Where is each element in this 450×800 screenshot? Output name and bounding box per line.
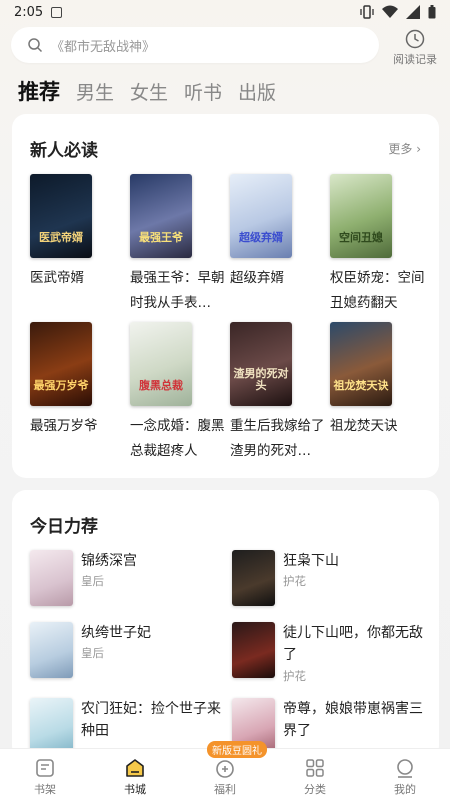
status-bar: 2:05 xyxy=(0,0,450,24)
book-tag: 皇后 xyxy=(81,574,104,588)
nav-label: 分类 xyxy=(304,783,326,796)
bottom-nav: 书架 书城 新版豆圆礼 福利 分类 我的 xyxy=(0,741,450,800)
book-tag: 皇后 xyxy=(81,646,104,660)
book-cover: 医武帝婿 xyxy=(30,174,92,258)
book-cover xyxy=(232,550,275,606)
book-cover: 最强王爷 xyxy=(130,174,192,258)
nav-label: 福利 xyxy=(214,783,236,796)
book-cover: 祖龙焚天诀 xyxy=(330,322,392,406)
nav-label: 书架 xyxy=(34,783,56,796)
recommend-item[interactable]: 纨绔世子妃 皇后 xyxy=(30,622,230,684)
battery-icon xyxy=(428,5,436,19)
book-cover: 超级弃婿 xyxy=(230,174,292,258)
book-title: 狂枭下山 xyxy=(283,553,339,569)
book-tag: 护花 xyxy=(283,574,306,588)
tab-male[interactable]: 男生 xyxy=(76,78,114,105)
book-cover: 腹黑总裁 xyxy=(130,322,192,406)
notification-icon xyxy=(51,6,63,18)
book-title: 超级弃婿 xyxy=(230,270,284,286)
book-title: 徒儿下山吧，你都无敌了 xyxy=(283,625,423,663)
nav-welfare[interactable]: 新版豆圆礼 福利 xyxy=(180,741,270,800)
chevron-right-icon: › xyxy=(416,142,421,156)
search-row: 《都市无敌战神》 阅读记录 xyxy=(11,27,441,67)
cover-text: 祖龙焚天诀 xyxy=(333,379,389,392)
book-item[interactable]: 最强王爷 最强王爷：早朝时我从手表… xyxy=(130,174,225,316)
new-gift-badge: 新版豆圆礼 xyxy=(207,741,267,758)
cover-text: 渣男的死对头 xyxy=(233,367,289,392)
reading-history-label: 阅读记录 xyxy=(393,53,437,66)
book-cover xyxy=(232,622,275,678)
book-item[interactable]: 空间丑媳 权臣娇宠：空间丑媳药翻天 xyxy=(330,174,425,316)
book-title: 一念成婚：腹黑总裁超疼人 xyxy=(130,418,225,459)
profile-icon xyxy=(397,759,413,778)
vibrate-icon xyxy=(360,5,374,19)
clock-icon xyxy=(405,29,425,49)
book-cover: 最强万岁爷 xyxy=(30,322,92,406)
today-recommend-section: 今日力荐 锦绣深宫 皇后 狂枭下山 护花 纨绔世子妃 皇后 徒儿下山吧，你都无敌… xyxy=(12,490,439,760)
section-title: 新人必读 xyxy=(30,141,98,161)
book-tag: 护花 xyxy=(283,669,306,683)
book-cover: 渣男的死对头 xyxy=(230,322,292,406)
book-item[interactable]: 医武帝婿 医武帝婿 xyxy=(30,174,125,291)
cover-text: 最强万岁爷 xyxy=(33,379,89,392)
book-cover: 空间丑媳 xyxy=(330,174,392,258)
new-reader-section: 新人必读 更多 › 医武帝婿 医武帝婿 最强王爷 最强王爷：早朝时我从手表… 超… xyxy=(12,114,439,478)
book-title: 帝尊，娘娘带崽祸害三界了 xyxy=(283,701,423,739)
more-label: 更多 xyxy=(388,142,413,156)
book-cover xyxy=(30,698,73,754)
book-item[interactable]: 最强万岁爷 最强万岁爷 xyxy=(30,322,125,439)
book-title: 权臣娇宠：空间丑媳药翻天 xyxy=(330,270,425,311)
gift-coin-icon xyxy=(216,760,234,778)
nav-bookshelf[interactable]: 书架 xyxy=(0,749,90,800)
tab-audiobook[interactable]: 听书 xyxy=(184,78,222,105)
status-time: 2:05 xyxy=(14,4,44,20)
search-placeholder: 《都市无敌战神》 xyxy=(51,39,156,55)
book-title: 祖龙焚天诀 xyxy=(330,418,398,434)
recommend-item[interactable]: 锦绣深宫 皇后 xyxy=(30,550,230,612)
recommend-item[interactable]: 狂枭下山 护花 xyxy=(232,550,432,612)
channel-tabs: 推荐 男生 女生 听书 出版 xyxy=(18,76,276,106)
cover-text: 腹黑总裁 xyxy=(139,379,183,392)
wifi-icon xyxy=(382,5,398,18)
book-title: 重生后我嫁给了渣男的死对… xyxy=(230,418,325,459)
store-icon xyxy=(126,759,144,777)
section-title: 今日力荐 xyxy=(30,517,98,537)
nav-label: 书城 xyxy=(124,783,146,796)
cover-text: 空间丑媳 xyxy=(339,231,383,244)
more-link[interactable]: 更多 › xyxy=(388,140,421,157)
status-icons xyxy=(360,5,436,19)
book-title: 最强王爷：早朝时我从手表… xyxy=(130,270,225,311)
book-title: 医武帝婿 xyxy=(30,270,84,286)
book-item[interactable]: 腹黑总裁 一念成婚：腹黑总裁超疼人 xyxy=(130,322,225,464)
signal-icon xyxy=(406,5,420,19)
book-title: 锦绣深宫 xyxy=(81,553,137,569)
book-item[interactable]: 渣男的死对头 重生后我嫁给了渣男的死对… xyxy=(230,322,325,464)
cover-text: 超级弃婿 xyxy=(239,231,283,244)
nav-bookstore[interactable]: 书城 xyxy=(90,749,180,800)
cover-text: 最强王爷 xyxy=(139,231,183,244)
bookshelf-icon xyxy=(36,759,54,777)
nav-category[interactable]: 分类 xyxy=(270,749,360,800)
nav-label: 我的 xyxy=(394,783,416,796)
tab-publish[interactable]: 出版 xyxy=(238,78,276,105)
book-item[interactable]: 祖龙焚天诀 祖龙焚天诀 xyxy=(330,322,425,439)
nav-profile[interactable]: 我的 xyxy=(360,749,450,800)
search-input[interactable]: 《都市无敌战神》 xyxy=(11,27,379,63)
book-cover xyxy=(30,550,73,606)
book-title: 纨绔世子妃 xyxy=(81,625,151,641)
book-title: 最强万岁爷 xyxy=(30,418,98,434)
tab-female[interactable]: 女生 xyxy=(130,78,168,105)
book-cover xyxy=(30,622,73,678)
cover-text: 医武帝婿 xyxy=(39,231,83,244)
category-grid-icon xyxy=(306,759,324,777)
search-icon xyxy=(28,38,43,53)
tab-recommend[interactable]: 推荐 xyxy=(18,76,60,106)
recommend-item[interactable]: 徒儿下山吧，你都无敌了 护花 xyxy=(232,622,432,684)
reading-history-button[interactable]: 阅读记录 xyxy=(389,29,441,67)
book-item[interactable]: 超级弃婿 超级弃婿 xyxy=(230,174,325,291)
book-title: 农门狂妃：捡个世子来种田 xyxy=(81,701,221,739)
